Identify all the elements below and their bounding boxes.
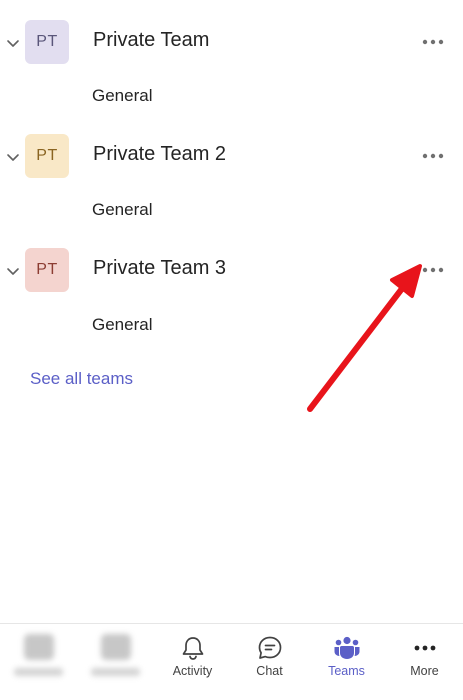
nav-label-more: More	[410, 664, 439, 678]
nav-item-more[interactable]: More	[386, 624, 463, 700]
team-row-private-team-2[interactable]: PT Private Team 2	[0, 131, 463, 187]
team-avatar: PT	[25, 20, 69, 64]
team-row-private-team[interactable]: PT Private Team	[0, 17, 463, 73]
chat-icon	[258, 636, 281, 659]
more-options-icon[interactable]	[419, 260, 447, 280]
team-name: Private Team 2	[93, 143, 227, 165]
nav-item-activity[interactable]: Activity	[154, 624, 231, 700]
channel-general[interactable]: General	[92, 86, 152, 106]
see-all-teams-link[interactable]: See all teams	[30, 369, 133, 389]
teams-page: PT Private Team General PT Private Team …	[0, 0, 463, 700]
annotation-arrow-icon	[307, 264, 422, 412]
chevron-down-icon[interactable]	[4, 263, 22, 281]
chevron-down-icon[interactable]	[4, 149, 22, 167]
nav-label-teams: Teams	[328, 664, 365, 678]
team-name: Private Team	[93, 29, 210, 51]
nav-item-teams[interactable]: Teams	[308, 624, 385, 700]
chevron-down-icon[interactable]	[4, 35, 22, 53]
more-options-icon[interactable]	[419, 32, 447, 52]
more-options-icon[interactable]	[419, 146, 447, 166]
team-row-private-team-3[interactable]: PT Private Team 3	[0, 245, 463, 301]
nav-item-blurred-1[interactable]	[0, 624, 77, 700]
nav-label-chat: Chat	[256, 664, 283, 678]
team-avatar: PT	[25, 134, 69, 178]
channel-general[interactable]: General	[92, 315, 152, 335]
channel-general[interactable]: General	[92, 200, 152, 220]
bottom-nav-bar: Activity Chat Teams More	[0, 623, 463, 700]
team-avatar: PT	[25, 248, 69, 292]
nav-item-blurred-2[interactable]	[77, 624, 154, 700]
nav-label-activity: Activity	[172, 664, 213, 678]
more-icon	[414, 645, 435, 651]
nav-item-chat[interactable]: Chat	[231, 624, 308, 700]
team-name: Private Team 3	[93, 257, 227, 279]
bell-icon	[182, 637, 203, 660]
teams-icon	[334, 636, 359, 659]
